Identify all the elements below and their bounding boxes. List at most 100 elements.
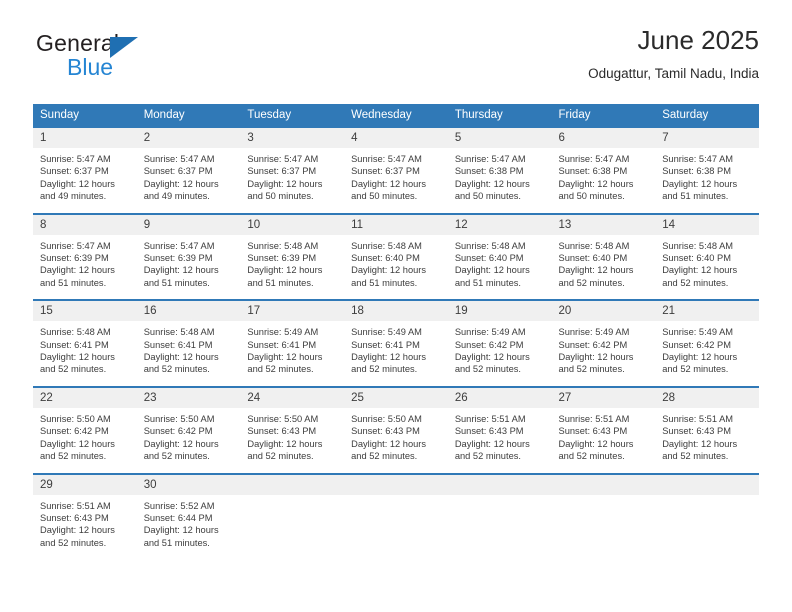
sunset-text: Sunset: 6:41 PM xyxy=(351,339,420,350)
day-number[interactable]: 3 xyxy=(240,128,344,148)
week-daynumber-row: 8 9 10 11 12 13 14 xyxy=(33,214,759,235)
day-number[interactable]: 2 xyxy=(137,128,241,148)
day-cell[interactable]: Sunrise: 5:49 AM Sunset: 6:42 PM Dayligh… xyxy=(448,321,552,386)
day-number[interactable]: 15 xyxy=(33,301,137,321)
day-cell[interactable]: Sunrise: 5:47 AM Sunset: 6:37 PM Dayligh… xyxy=(33,148,137,213)
daylight-text-line2: and 51 minutes. xyxy=(143,277,210,288)
daylight-text-line2: and 50 minutes. xyxy=(351,191,418,202)
daylight-text-line1: Daylight: 12 hours xyxy=(40,438,115,449)
daylight-text-line2: and 52 minutes. xyxy=(351,451,418,462)
day-number[interactable]: 9 xyxy=(137,215,241,235)
day-cell[interactable]: Sunrise: 5:51 AM Sunset: 6:43 PM Dayligh… xyxy=(655,408,759,473)
daylight-text-line2: and 52 minutes. xyxy=(143,364,210,375)
sunrise-text: Sunrise: 5:48 AM xyxy=(143,327,215,338)
day-number[interactable]: 27 xyxy=(552,388,656,408)
day-cell[interactable]: Sunrise: 5:48 AM Sunset: 6:40 PM Dayligh… xyxy=(655,235,759,300)
day-number[interactable]: 22 xyxy=(33,388,137,408)
sunset-text: Sunset: 6:42 PM xyxy=(558,339,628,350)
day-cell[interactable]: Sunrise: 5:49 AM Sunset: 6:42 PM Dayligh… xyxy=(552,321,656,386)
day-number[interactable]: 26 xyxy=(448,388,552,408)
day-cell[interactable]: Sunrise: 5:48 AM Sunset: 6:40 PM Dayligh… xyxy=(448,235,552,300)
day-number[interactable]: 16 xyxy=(137,301,241,321)
daylight-text-line2: and 50 minutes. xyxy=(247,191,314,202)
daylight-text-line2: and 51 minutes. xyxy=(143,537,210,548)
calendar-page: General Blue June 2025 Odugattur, Tamil … xyxy=(0,0,792,612)
day-cell[interactable]: Sunrise: 5:50 AM Sunset: 6:43 PM Dayligh… xyxy=(344,408,448,473)
day-cell[interactable]: Sunrise: 5:47 AM Sunset: 6:38 PM Dayligh… xyxy=(655,148,759,213)
day-cell[interactable]: Sunrise: 5:47 AM Sunset: 6:39 PM Dayligh… xyxy=(33,235,137,300)
day-cell[interactable]: Sunrise: 5:52 AM Sunset: 6:44 PM Dayligh… xyxy=(137,495,241,560)
week-detail-row: Sunrise: 5:48 AM Sunset: 6:41 PM Dayligh… xyxy=(33,321,759,386)
day-cell[interactable]: Sunrise: 5:49 AM Sunset: 6:42 PM Dayligh… xyxy=(655,321,759,386)
day-number[interactable]: 4 xyxy=(344,128,448,148)
sunset-text: Sunset: 6:37 PM xyxy=(351,166,420,177)
day-cell[interactable]: Sunrise: 5:48 AM Sunset: 6:40 PM Dayligh… xyxy=(552,235,656,300)
calendar-week-row: 29 30 Sunrise: 5:51 AM Sunset: 6:43 PM D… xyxy=(33,472,759,560)
day-number[interactable]: 8 xyxy=(33,215,137,235)
day-number[interactable]: 20 xyxy=(552,301,656,321)
day-number[interactable]: 21 xyxy=(655,301,759,321)
sunset-text: Sunset: 6:39 PM xyxy=(143,253,213,264)
day-number[interactable]: 25 xyxy=(344,388,448,408)
day-number[interactable]: 5 xyxy=(448,128,552,148)
day-number[interactable]: 24 xyxy=(240,388,344,408)
day-cell[interactable]: Sunrise: 5:50 AM Sunset: 6:42 PM Dayligh… xyxy=(137,408,241,473)
day-cell[interactable]: Sunrise: 5:48 AM Sunset: 6:41 PM Dayligh… xyxy=(137,321,241,386)
day-number[interactable]: 6 xyxy=(552,128,656,148)
day-cell[interactable]: Sunrise: 5:50 AM Sunset: 6:43 PM Dayligh… xyxy=(240,408,344,473)
sunrise-text: Sunrise: 5:51 AM xyxy=(454,413,526,424)
sunset-text: Sunset: 6:44 PM xyxy=(143,512,213,523)
day-cell[interactable]: Sunrise: 5:47 AM Sunset: 6:37 PM Dayligh… xyxy=(344,148,448,213)
daylight-text-line1: Daylight: 12 hours xyxy=(247,178,323,189)
day-cell[interactable]: Sunrise: 5:50 AM Sunset: 6:42 PM Dayligh… xyxy=(33,408,137,473)
day-cell-empty xyxy=(655,495,759,560)
sunset-text: Sunset: 6:40 PM xyxy=(351,253,420,264)
sunrise-text: Sunrise: 5:47 AM xyxy=(662,154,734,164)
day-number[interactable]: 23 xyxy=(137,388,241,408)
generalblue-logo: General Blue xyxy=(36,30,256,90)
day-cell[interactable]: Sunrise: 5:47 AM Sunset: 6:39 PM Dayligh… xyxy=(137,235,241,300)
daylight-text-line1: Daylight: 12 hours xyxy=(247,438,323,449)
weekday-header-monday: Monday xyxy=(143,109,185,121)
page-header: General Blue June 2025 Odugattur, Tamil … xyxy=(33,24,759,98)
day-number[interactable]: 7 xyxy=(655,128,759,148)
day-cell[interactable]: Sunrise: 5:47 AM Sunset: 6:38 PM Dayligh… xyxy=(448,148,552,213)
daylight-text-line2: and 49 minutes. xyxy=(143,191,210,202)
day-number[interactable]: 19 xyxy=(448,301,552,321)
sunrise-text: Sunrise: 5:50 AM xyxy=(351,413,422,424)
daylight-text-line1: Daylight: 12 hours xyxy=(454,265,530,276)
day-cell[interactable]: Sunrise: 5:47 AM Sunset: 6:37 PM Dayligh… xyxy=(137,148,241,213)
day-cell[interactable]: Sunrise: 5:51 AM Sunset: 6:43 PM Dayligh… xyxy=(33,495,137,560)
day-number-empty xyxy=(552,475,656,495)
daylight-text-line2: and 52 minutes. xyxy=(247,451,314,462)
day-number[interactable]: 18 xyxy=(344,301,448,321)
sunset-text: Sunset: 6:42 PM xyxy=(662,339,731,350)
day-cell[interactable]: Sunrise: 5:47 AM Sunset: 6:37 PM Dayligh… xyxy=(240,148,344,213)
day-number[interactable]: 28 xyxy=(655,388,759,408)
day-number[interactable]: 10 xyxy=(240,215,344,235)
daylight-text-line1: Daylight: 12 hours xyxy=(143,352,219,363)
weekday-header-sunday: Sunday xyxy=(40,109,80,121)
day-number[interactable]: 13 xyxy=(552,215,656,235)
day-number[interactable]: 14 xyxy=(655,215,759,235)
day-number[interactable]: 1 xyxy=(33,128,137,148)
day-cell[interactable]: Sunrise: 5:48 AM Sunset: 6:41 PM Dayligh… xyxy=(33,321,137,386)
week-detail-row: Sunrise: 5:47 AM Sunset: 6:39 PM Dayligh… xyxy=(33,234,759,300)
day-number[interactable]: 30 xyxy=(137,475,241,495)
day-number[interactable]: 29 xyxy=(33,475,137,495)
daylight-text-line1: Daylight: 12 hours xyxy=(662,265,738,276)
day-cell[interactable]: Sunrise: 5:49 AM Sunset: 6:41 PM Dayligh… xyxy=(344,321,448,386)
day-cell[interactable]: Sunrise: 5:48 AM Sunset: 6:39 PM Dayligh… xyxy=(240,235,344,300)
day-cell[interactable]: Sunrise: 5:48 AM Sunset: 6:40 PM Dayligh… xyxy=(344,235,448,300)
day-cell[interactable]: Sunrise: 5:47 AM Sunset: 6:38 PM Dayligh… xyxy=(552,148,656,213)
daylight-text-line2: and 51 minutes. xyxy=(662,191,729,202)
day-number[interactable]: 11 xyxy=(344,215,448,235)
week-daynumber-row: 22 23 24 25 26 27 28 xyxy=(33,387,759,408)
day-cell[interactable]: Sunrise: 5:51 AM Sunset: 6:43 PM Dayligh… xyxy=(448,408,552,473)
day-number[interactable]: 12 xyxy=(448,215,552,235)
day-cell[interactable]: Sunrise: 5:49 AM Sunset: 6:41 PM Dayligh… xyxy=(240,321,344,386)
day-cell[interactable]: Sunrise: 5:51 AM Sunset: 6:43 PM Dayligh… xyxy=(552,408,656,473)
day-number[interactable]: 17 xyxy=(240,301,344,321)
sunrise-text: Sunrise: 5:48 AM xyxy=(247,240,319,251)
sunrise-text: Sunrise: 5:47 AM xyxy=(40,240,111,251)
